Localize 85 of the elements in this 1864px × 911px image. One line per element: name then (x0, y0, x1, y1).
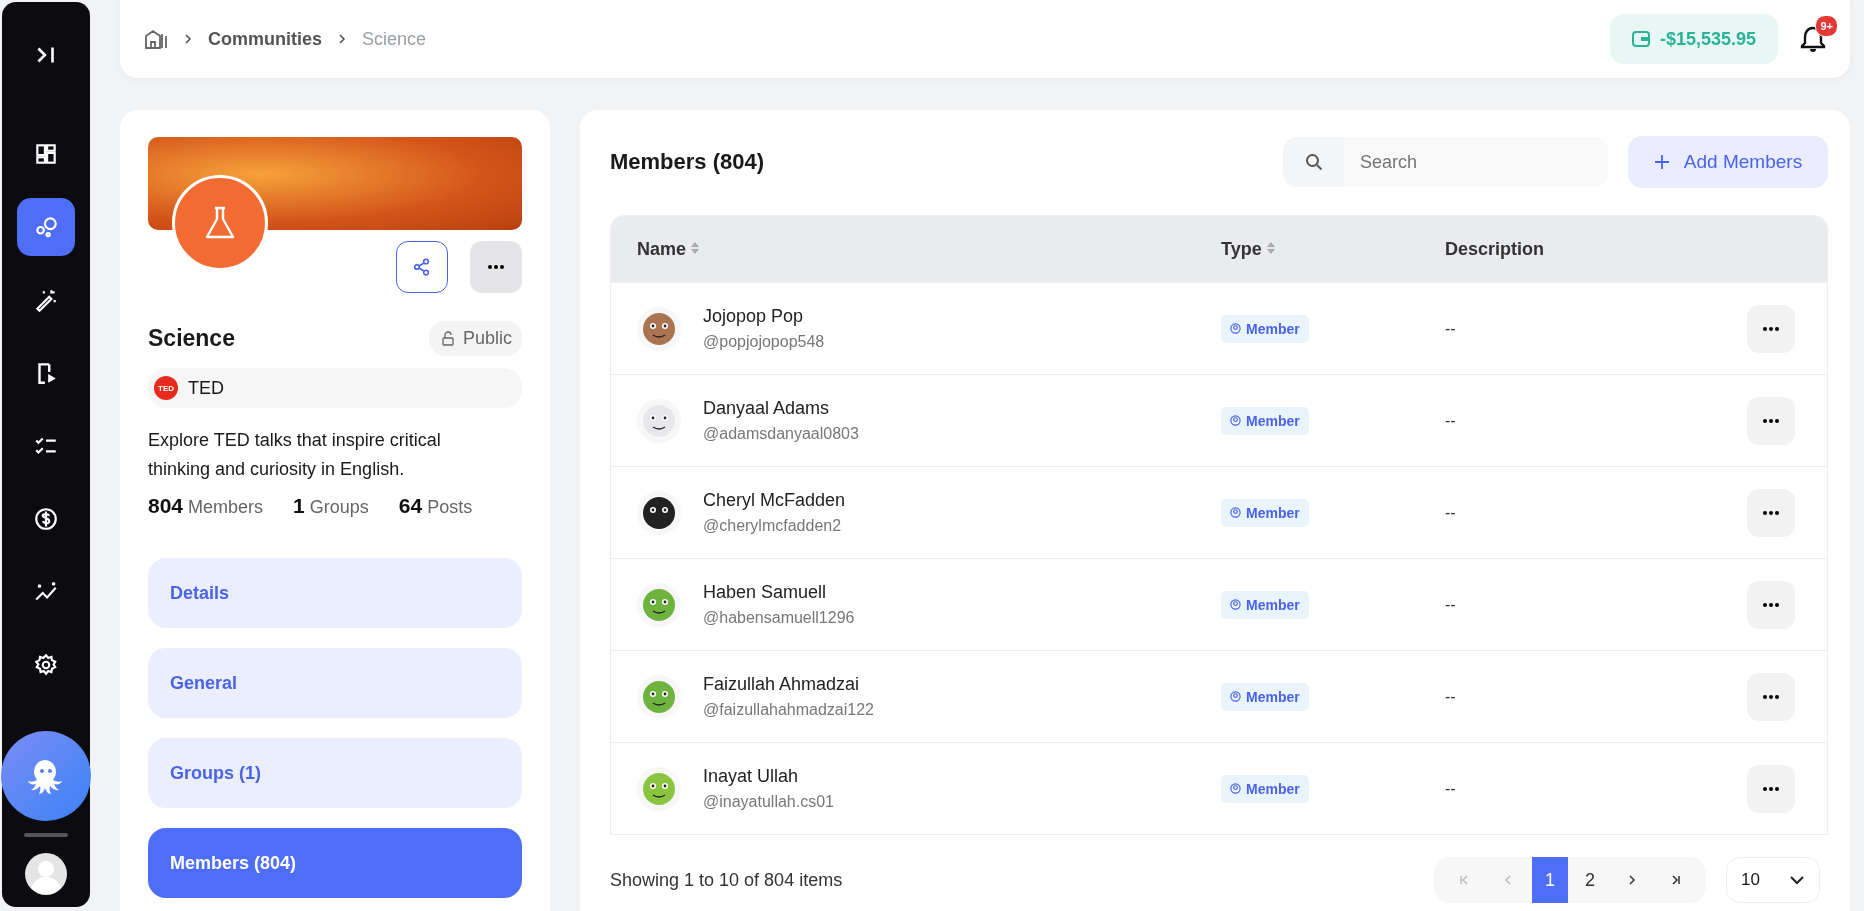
owner-logo: TED (154, 376, 178, 400)
user-icon (1230, 691, 1241, 702)
description-cell: -- (1445, 503, 1456, 522)
member-avatar (637, 674, 681, 719)
description-cell: -- (1445, 779, 1456, 798)
column-header[interactable]: Name (637, 238, 687, 260)
row-actions-button[interactable] (1747, 488, 1795, 537)
row-actions-button[interactable] (1747, 764, 1795, 813)
member-handle: @habensamuell1296 (703, 609, 855, 627)
member-handle: @inayatullah.cs01 (703, 793, 834, 811)
wallet-balance[interactable]: -$15,535.95 (1609, 14, 1778, 64)
community-stat: 804 Members (148, 494, 264, 518)
column-header: Description (1445, 238, 1545, 260)
member-type-tag: Member (1221, 590, 1309, 619)
description-cell: -- (1445, 319, 1456, 338)
member-type-tag: Member (1221, 314, 1309, 343)
description-cell: -- (1445, 687, 1456, 706)
section-tab[interactable]: Groups (1) (148, 738, 522, 808)
member-type-tag: Member (1221, 406, 1309, 435)
member-avatar (637, 490, 681, 535)
user-avatar[interactable] (25, 853, 67, 895)
member-name: Inayat Ullah (703, 766, 800, 787)
page-size-select[interactable]: 10 (1726, 857, 1820, 903)
dots-icon (1763, 602, 1779, 607)
member-avatar (637, 766, 681, 811)
chevron-icon (184, 33, 192, 45)
user-icon (1230, 599, 1241, 610)
owner-chip[interactable]: TED TED (148, 368, 522, 408)
member-avatar (637, 306, 681, 351)
dots-icon (488, 265, 504, 269)
breadcrumb-link[interactable]: Communities (208, 28, 322, 50)
page-button[interactable]: 1 (1532, 857, 1568, 903)
member-type-tag: Member (1221, 774, 1309, 803)
member-handle: @cherylmcfadden2 (703, 517, 843, 535)
dots-icon (1763, 694, 1779, 699)
member-name: Faizullah Ahmadzai (703, 674, 861, 695)
row-actions-button[interactable] (1747, 580, 1795, 629)
section-tab[interactable]: Details (148, 558, 522, 628)
member-name: Haben Samuell (703, 582, 828, 603)
member-handle: @adamsdanyaal0803 (703, 425, 859, 443)
user-icon (1230, 507, 1241, 518)
section-tab[interactable]: General (148, 648, 522, 718)
page-button[interactable]: 2 (1572, 857, 1608, 903)
member-type-tag: Member (1221, 682, 1309, 711)
community-description: Explore TED talks that inspire critical thinking and curiosity in English. (148, 429, 442, 481)
dots-icon (1763, 510, 1779, 515)
plus-icon (1653, 154, 1670, 170)
dots-icon (1763, 326, 1779, 331)
community-stat: 64 Posts (398, 494, 473, 518)
search-field[interactable]: Search (1283, 137, 1608, 187)
member-type-tag: Member (1221, 498, 1309, 527)
user-icon (1230, 783, 1241, 794)
visibility-badge: Public (428, 321, 522, 356)
add-members-button[interactable]: Add Members (1628, 136, 1828, 188)
member-name: Cheryl McFadden (703, 490, 846, 511)
notification-count: 9+ (1815, 15, 1838, 37)
user-icon (1230, 415, 1241, 426)
column-header[interactable]: Type (1221, 238, 1262, 260)
member-avatar (637, 398, 681, 443)
member-name: Danyaal Adams (703, 398, 831, 419)
share-button[interactable] (396, 241, 448, 293)
chevron-down-icon (1789, 875, 1805, 885)
members-title: Members (804) (610, 149, 766, 175)
description-cell: -- (1445, 595, 1456, 614)
bubbles-icon[interactable] (17, 198, 75, 256)
share-icon (412, 257, 432, 277)
row-actions-button[interactable] (1747, 672, 1795, 721)
wallet-icon (1631, 31, 1650, 47)
row-actions-button[interactable] (1747, 396, 1795, 445)
section-tab[interactable]: Members (804) (148, 828, 522, 898)
dots-icon (1763, 418, 1779, 423)
community-name: Science (148, 325, 235, 352)
member-handle: @popjojopop548 (703, 333, 825, 351)
member-handle: @faizullahahmadzai122 (703, 701, 874, 719)
dots-icon (1763, 786, 1779, 791)
building-icon[interactable] (144, 28, 168, 50)
description-cell: -- (1445, 411, 1456, 430)
community-stat: 1 Groups (293, 494, 369, 518)
chevron-icon (338, 33, 346, 45)
member-avatar (637, 582, 681, 627)
pagination-summary: Showing 1 to 10 of 804 items (610, 869, 844, 891)
row-actions-button[interactable] (1747, 304, 1795, 353)
user-icon (1230, 323, 1241, 334)
member-name: Jojopop Pop (703, 306, 805, 327)
search-icon (1304, 153, 1323, 171)
